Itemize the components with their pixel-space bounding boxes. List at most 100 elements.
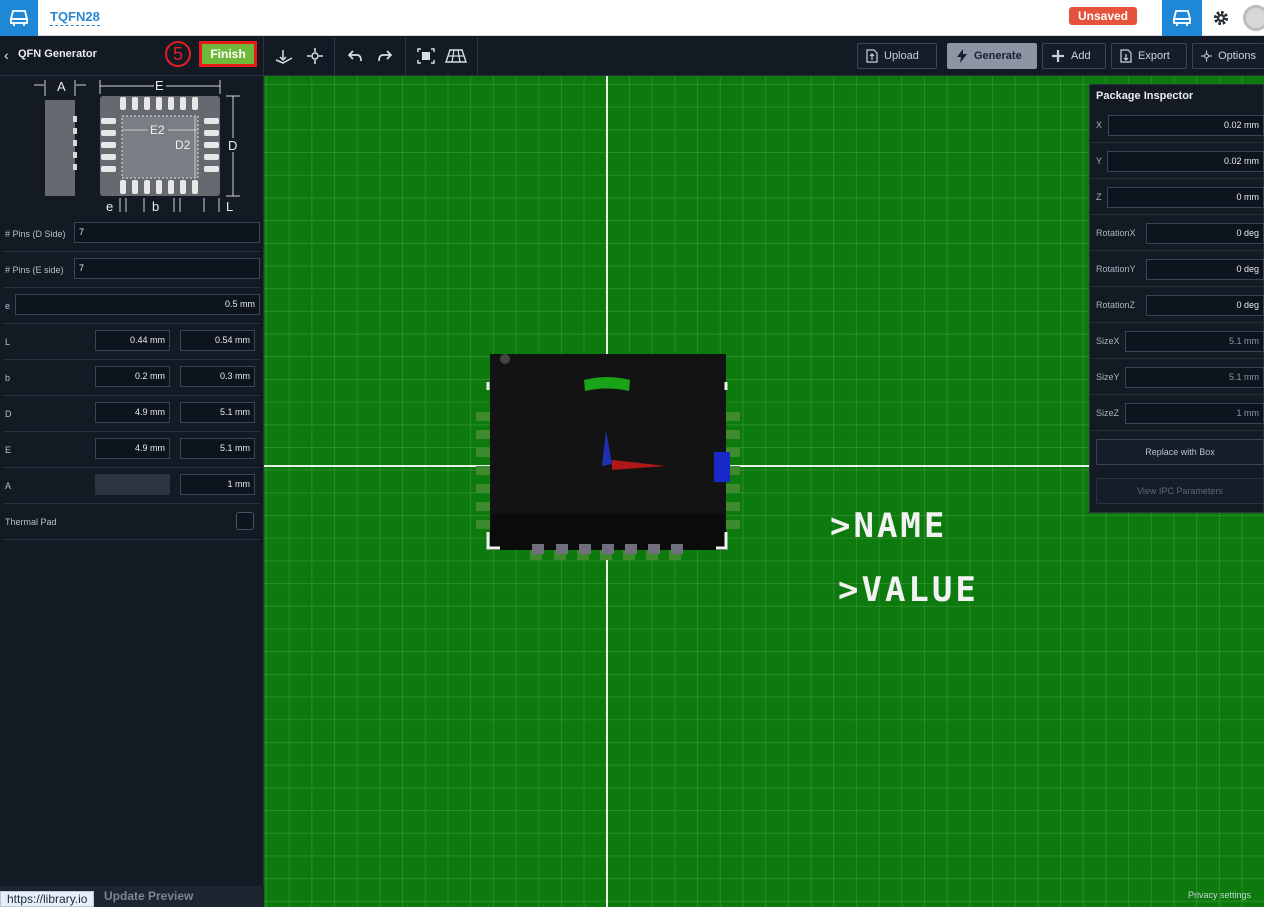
options-label: Options — [1218, 50, 1256, 62]
panel-title: QFN Generator — [18, 48, 97, 60]
inspector-label: Z — [1096, 192, 1102, 202]
upload-button[interactable]: Upload — [857, 43, 937, 69]
diagram-label-d2: D2 — [175, 138, 191, 152]
param-row-e: E 4.9 mm 5.1 mm — [4, 432, 260, 468]
toolbar-separator — [334, 38, 335, 74]
inspector-row-rotation-x: RotationX 0 deg — [1090, 215, 1264, 251]
param-row-l: L 0.44 mm 0.54 mm — [4, 324, 260, 360]
options-button[interactable]: Options — [1192, 43, 1264, 69]
grid-icon — [445, 49, 467, 63]
qfn-dimension-diagram: A E E2 D2 D e b L — [34, 78, 241, 214]
param-label: b — [5, 373, 11, 383]
diagram-label-a: A — [57, 79, 66, 94]
l-max-input[interactable]: 0.54 mm — [180, 330, 255, 351]
document-title[interactable]: TQFN28 — [50, 9, 100, 26]
param-label: A — [5, 481, 12, 491]
grid-toggle-button[interactable] — [444, 44, 468, 68]
view-ipc-parameters-button: View IPC Parameters — [1096, 478, 1264, 504]
param-label: E — [5, 445, 12, 455]
crosshair-icon — [307, 48, 323, 64]
thermal-pad-checkbox[interactable] — [236, 512, 254, 530]
export-icon — [1120, 49, 1132, 63]
pins-e-input[interactable]: 7 — [74, 258, 260, 279]
diagram-label-e-pitch: e — [106, 199, 113, 214]
diagram-label-b: b — [152, 199, 159, 214]
inspector-label: RotationX — [1096, 228, 1136, 238]
inspector-row-rotation-y: RotationY 0 deg — [1090, 251, 1264, 287]
replace-with-box-button[interactable]: Replace with Box — [1096, 439, 1264, 465]
package-icon — [1172, 10, 1192, 26]
param-row-thermal-pad: Thermal Pad — [4, 504, 260, 540]
settings-button[interactable] — [1206, 0, 1236, 36]
fit-view-icon — [417, 48, 435, 64]
add-label: Add — [1071, 50, 1091, 62]
finish-button[interactable]: Finish — [199, 41, 257, 67]
rotation-z-input[interactable]: 0 deg — [1146, 295, 1264, 316]
package-model[interactable] — [464, 346, 754, 566]
inspector-label: RotationY — [1096, 264, 1136, 274]
inspector-row-size-x: SizeX 5.1 mm — [1090, 323, 1264, 359]
pitch-input[interactable]: 0.5 mm — [15, 294, 260, 315]
param-label: e — [5, 301, 11, 311]
param-label: # Pins (D Side) — [5, 229, 66, 239]
undo-icon — [347, 50, 362, 62]
lightning-icon — [957, 49, 967, 63]
unsaved-badge: Unsaved — [1069, 7, 1137, 25]
l-min-input[interactable]: 0.44 mm — [95, 330, 170, 351]
generate-label: Generate — [974, 50, 1022, 62]
position-x-input[interactable]: 0.02 mm — [1108, 115, 1264, 136]
status-url: https://library.io — [0, 891, 95, 907]
diagram-label-e-width: E — [155, 78, 164, 93]
e-min-input[interactable]: 4.9 mm — [95, 438, 170, 459]
export-button[interactable]: Export — [1111, 43, 1187, 69]
value-placeholder: >VALUE — [838, 570, 979, 610]
inspector-row-size-z: SizeZ 1 mm — [1090, 395, 1264, 431]
position-z-input[interactable]: 0 mm — [1107, 187, 1264, 208]
inspector-title: Package Inspector — [1096, 90, 1194, 102]
avatar[interactable] — [1243, 5, 1264, 31]
a-min-input — [95, 474, 170, 495]
b-min-input[interactable]: 0.2 mm — [95, 366, 170, 387]
add-button[interactable]: Add — [1042, 43, 1106, 69]
package-icon — [9, 10, 29, 26]
param-row-d: D 4.9 mm 5.1 mm — [4, 396, 260, 432]
inspector-label: RotationZ — [1096, 300, 1136, 310]
inspector-label: SizeX — [1096, 336, 1120, 346]
a-max-input[interactable]: 1 mm — [180, 474, 255, 495]
d-max-input[interactable]: 5.1 mm — [180, 402, 255, 423]
redo-icon — [378, 50, 393, 62]
package-mode-button[interactable] — [1162, 0, 1202, 36]
rotation-x-input[interactable]: 0 deg — [1146, 223, 1264, 244]
inspector-row-z: Z 0 mm — [1090, 179, 1264, 215]
param-row-a: A 1 mm — [4, 468, 260, 504]
d-min-input[interactable]: 4.9 mm — [95, 402, 170, 423]
name-placeholder: >NAME — [830, 506, 948, 546]
param-label: D — [5, 409, 12, 419]
toolbar-separator — [405, 38, 406, 74]
param-row-pins-d: # Pins (D Side) 7 — [4, 216, 260, 252]
inspector-label: Y — [1096, 156, 1103, 166]
rotation-y-input[interactable]: 0 deg — [1146, 259, 1264, 280]
back-button[interactable]: ‹ — [4, 47, 18, 63]
e-max-input[interactable]: 5.1 mm — [180, 438, 255, 459]
pins-d-input[interactable]: 7 — [74, 222, 260, 243]
param-row-b: b 0.2 mm 0.3 mm — [4, 360, 260, 396]
zoom-fit-button[interactable] — [414, 44, 438, 68]
param-row-pins-e: # Pins (E side) 7 — [4, 252, 260, 288]
position-y-input[interactable]: 0.02 mm — [1107, 151, 1264, 172]
privacy-settings-link[interactable]: Privacy settings — [1188, 890, 1251, 900]
b-max-input[interactable]: 0.3 mm — [180, 366, 255, 387]
diagram-label-d: D — [228, 138, 237, 153]
redo-button[interactable] — [373, 44, 397, 68]
place-tool-button[interactable] — [272, 44, 296, 68]
app-root: TQFN28 Unsaved ‹ QFN Generator 5 Finish — [0, 0, 1264, 907]
generate-button[interactable]: Generate — [947, 43, 1037, 69]
origin-tool-button[interactable] — [303, 44, 327, 68]
param-label: # Pins (E side) — [5, 265, 64, 275]
inspector-label: SizeZ — [1096, 408, 1120, 418]
inspector-row-size-y: SizeY 5.1 mm — [1090, 359, 1264, 395]
toolbar-separator — [477, 38, 478, 74]
undo-button[interactable] — [343, 44, 367, 68]
step-number-badge: 5 — [165, 41, 191, 67]
app-logo[interactable] — [0, 0, 38, 36]
